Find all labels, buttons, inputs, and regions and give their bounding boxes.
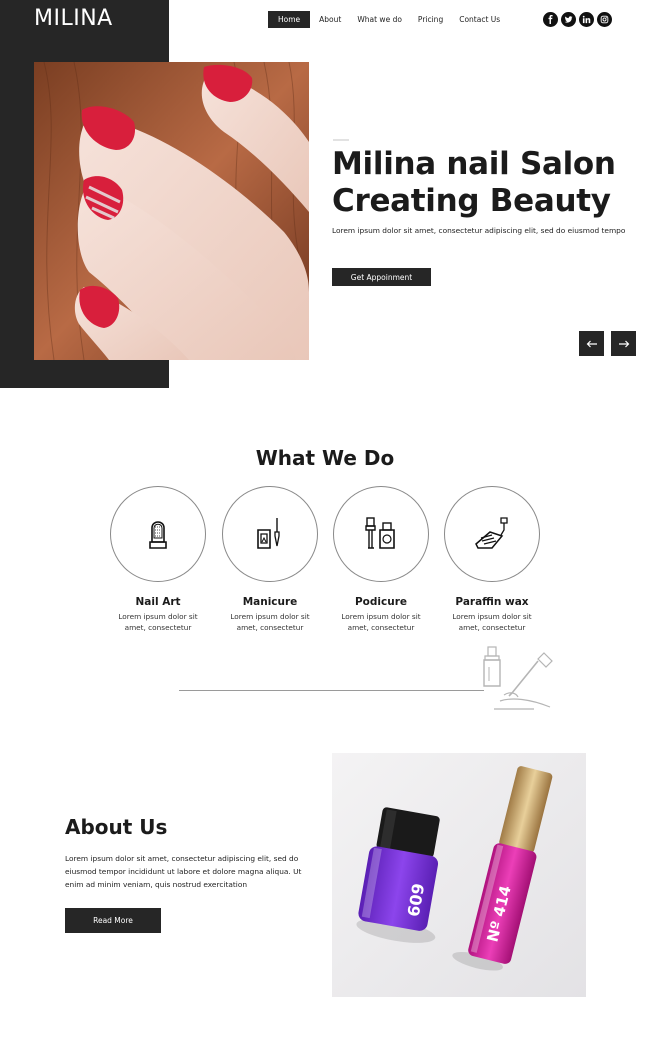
section-divider — [179, 690, 484, 691]
nav-contact-us[interactable]: Contact Us — [451, 11, 508, 28]
service-icon-circle — [110, 486, 206, 582]
hero-title-line1: Milina nail Salon — [332, 146, 616, 182]
nav-home[interactable]: Home — [268, 11, 311, 28]
hero-nails-photo — [34, 62, 309, 360]
service-icon-circle — [444, 486, 540, 582]
social-links — [543, 12, 615, 27]
hero-title-line2: Creating Beauty — [332, 183, 611, 219]
get-appointment-button[interactable]: Get Appoinment — [332, 268, 431, 286]
service-manicure[interactable]: Manicure Lorem ipsum dolor sit amet, con… — [220, 486, 320, 633]
what-we-do-title: What We Do — [255, 446, 395, 470]
about-us-title: About Us — [65, 815, 168, 839]
nail-polish-decoration-icon — [483, 646, 553, 710]
paraffin-wax-icon — [475, 517, 508, 549]
nav-about[interactable]: About — [311, 11, 349, 28]
slider-prev-button[interactable] — [579, 331, 604, 356]
about-nail-polish-photo: 609 Nº 414 — [332, 753, 586, 997]
service-icon-circle — [333, 486, 429, 582]
service-pedicure[interactable]: Podicure Lorem ipsum dolor sit amet, con… — [331, 486, 431, 633]
service-paraffin-wax[interactable]: Paraffin wax Lorem ipsum dolor sit amet,… — [442, 486, 542, 633]
nav-pricing[interactable]: Pricing — [410, 11, 451, 28]
twitter-icon[interactable] — [561, 12, 576, 27]
facebook-icon[interactable] — [543, 12, 558, 27]
service-icon-circle — [222, 486, 318, 582]
service-name: Paraffin wax — [455, 596, 529, 608]
main-nav: Home About What we do Pricing Contact Us — [268, 11, 508, 28]
service-nail-art[interactable]: Nail Art Lorem ipsum dolor sit amet, con… — [108, 486, 208, 633]
service-description: Lorem ipsum dolor sit amet, consectetur — [452, 612, 532, 632]
pedicure-icon — [365, 517, 395, 549]
hero-title: Milina nail Salon Creating Beauty — [332, 146, 632, 220]
service-description: Lorem ipsum dolor sit amet, consectetur — [118, 612, 198, 632]
arrow-left-icon — [586, 340, 597, 347]
service-name: Nail Art — [135, 596, 181, 608]
manicure-icon — [257, 518, 280, 549]
service-name: Podicure — [354, 596, 408, 608]
service-description: Lorem ipsum dolor sit amet, consectetur — [230, 612, 310, 632]
hero-accent-dash — [333, 139, 349, 141]
hero-description: Lorem ipsum dolor sit amet, consectetur … — [332, 226, 626, 235]
linkedin-icon[interactable] — [579, 12, 594, 27]
read-more-button[interactable]: Read More — [65, 908, 161, 933]
service-description: Lorem ipsum dolor sit amet, consectetur — [341, 612, 421, 632]
instagram-icon[interactable] — [597, 12, 612, 27]
nail-art-icon — [149, 521, 167, 549]
service-name: Manicure — [242, 596, 298, 608]
arrow-right-icon — [618, 340, 629, 347]
about-us-description: Lorem ipsum dolor sit amet, consectetur … — [65, 854, 302, 889]
slider-next-button[interactable] — [611, 331, 636, 356]
nav-what-we-do[interactable]: What we do — [349, 11, 410, 28]
site-logo[interactable]: MILINA — [34, 6, 113, 31]
